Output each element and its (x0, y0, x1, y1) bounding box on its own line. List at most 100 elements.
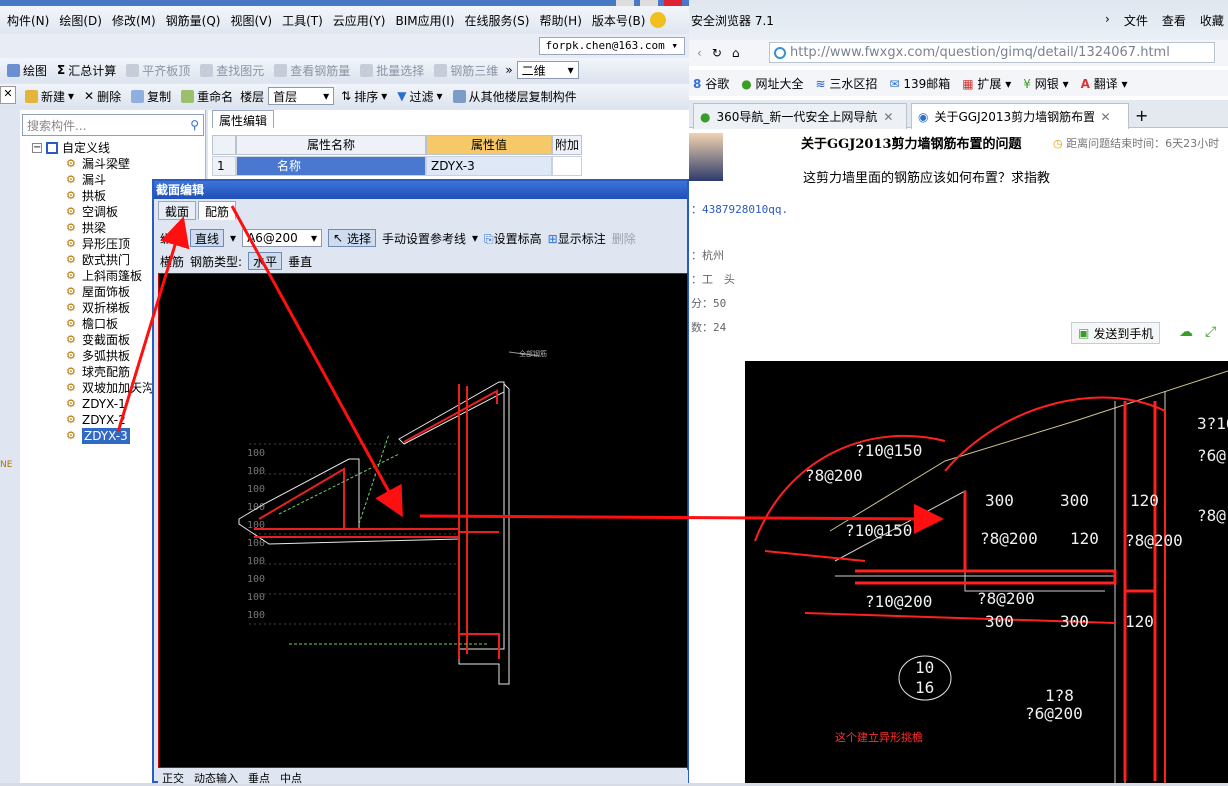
perpendicular-toggle[interactable]: 垂点 (248, 770, 270, 784)
midpoint-toggle[interactable]: 中点 (280, 770, 302, 784)
toolbar-overflow-icon[interactable]: » (505, 63, 512, 77)
cad-label: 16 (915, 678, 934, 697)
tab-360-label: 360导航_新一代安全上网导航 (716, 110, 878, 124)
rebar-toolbar: 纵筋 直线 ▾ A6@200 ▾ ↖ 选择 手动设置参考线 ▾ ⎘设置标高 ⊞显示… (160, 227, 690, 249)
rebar-3d-button[interactable]: 钢筋三维 (431, 62, 501, 79)
tab-question[interactable]: ◉ 关于GGJ2013剪力墙钢筋布置的问 ✕ (911, 103, 1129, 129)
menu-favorites[interactable]: 收藏 (1200, 12, 1224, 29)
browser-window: 安全浏览器 7.1 › 文件 查看 收藏 ‹ ↻ ⌂ http://www.fw… (689, 0, 1228, 783)
collapse-icon[interactable]: − (32, 143, 42, 153)
set-elevation-label: 设置标高 (493, 231, 542, 246)
360-icon: ● (741, 76, 752, 91)
tab-reinforcement[interactable]: 配筋 (198, 201, 237, 220)
assistant-icon[interactable] (650, 12, 667, 28)
cad-label: ?6@ (1197, 446, 1226, 465)
grid-number: 100 (247, 610, 265, 621)
menu-item-modify[interactable]: 修改(M) (107, 12, 161, 29)
cad-label: ?8@200 (977, 589, 1035, 608)
draw-button[interactable]: 绘图 (4, 62, 50, 79)
ortho-toggle[interactable]: 正交 (162, 770, 184, 784)
delete-rebar-button[interactable]: 删除 (612, 230, 636, 247)
address-bar[interactable]: http://www.fwxgx.com/question/gimq/detai… (769, 42, 1215, 63)
menu-item-tools[interactable]: 工具(T) (277, 12, 328, 29)
section-canvas[interactable]: 100 100 100 100 100 100 100 100 100 100 全部钢筋 (158, 273, 688, 768)
panel-close-icon[interactable]: ✕ (0, 86, 16, 104)
menu-item-online[interactable]: 在线服务(S) (460, 12, 535, 29)
summary-calc-button[interactable]: Σ 汇总计算 (54, 62, 119, 79)
tree-item[interactable]: ⚙ 漏斗梁壁 (22, 156, 204, 172)
tab-section[interactable]: 截面 (158, 201, 197, 220)
tree-root[interactable]: − 自定义线 (22, 140, 204, 156)
menu-item-version[interactable]: 版本号(B) (587, 12, 651, 29)
extensions-button[interactable]: ▦ 扩展 ▾ (962, 75, 1011, 92)
select-button[interactable]: ↖ 选择 (328, 229, 376, 247)
dynamic-input-toggle[interactable]: 动态输入 (194, 770, 238, 784)
menu-item-component[interactable]: 构件(N) (2, 12, 54, 29)
extensions-label: 扩展 (977, 76, 1002, 91)
tab-attribute-edit[interactable]: 属性编辑 (212, 110, 275, 128)
menu-view[interactable]: 查看 (1162, 12, 1186, 29)
bookmark-sanshui[interactable]: ≋ 三水区招 (816, 75, 878, 92)
close-tab-icon[interactable]: ✕ (883, 110, 893, 124)
manual-ref-line-button[interactable]: 手动设置参考线 (382, 230, 466, 247)
rebar-spec-input[interactable]: A6@200 ▾ (242, 229, 323, 247)
note-label: 全部钢筋 (519, 349, 547, 358)
view-mode-select[interactable]: 二维 ▾ (516, 61, 579, 79)
tree-item-label: 变截面板 (82, 333, 131, 347)
globe-icon (774, 46, 786, 59)
line-mode-button[interactable]: 直线 (190, 229, 225, 247)
cad-label: ?10@150 (855, 441, 922, 460)
set-elevation-button[interactable]: ⎘设置标高 (484, 230, 542, 247)
bookmark-139[interactable]: ✉ 139邮箱 (889, 75, 950, 92)
row-attr-extra[interactable] (552, 156, 582, 176)
bookmark-sites[interactable]: ● 网址大全 (741, 75, 803, 92)
account-row: forpk.chen@163.com ▾ (0, 34, 689, 58)
cloud-icon[interactable]: ☁ (1179, 324, 1193, 340)
batch-select-button[interactable]: 批量选择 (357, 62, 427, 79)
menu-item-bim[interactable]: BIM应用(I) (390, 12, 459, 29)
filter-button[interactable]: ▼ 过滤 ▾ (394, 88, 445, 105)
avatar (689, 133, 723, 181)
new-button[interactable]: 新建 ▾ (22, 88, 77, 105)
menu-item-view[interactable]: 视图(V) (225, 12, 277, 29)
component-search[interactable]: 搜索构件... ⚲ (22, 114, 204, 136)
home-icon[interactable]: ⌂ (732, 46, 740, 60)
reload-icon[interactable]: ↻ (712, 46, 722, 60)
show-dim-button[interactable]: ⊞显示标注 (548, 230, 606, 247)
rename-button[interactable]: 重命名 (178, 88, 236, 105)
find-element-button[interactable]: 查找图元 (197, 62, 267, 79)
bookmark-google[interactable]: 8 谷歌 (693, 75, 729, 92)
sort-button[interactable]: ⇅ 排序 ▾ (338, 88, 390, 105)
dialog-title[interactable]: 截面编辑 (154, 181, 687, 199)
chevron-down-icon[interactable]: ▾ (472, 231, 478, 245)
view-rebar-qty-button[interactable]: 查看钢筋量 (271, 62, 353, 79)
menu-file[interactable]: 文件 (1124, 12, 1148, 29)
cad-label: 1?8 (1045, 686, 1074, 705)
new-tab-button[interactable]: + (1135, 106, 1148, 125)
menu-item-rebar[interactable]: 钢筋量(Q) (161, 12, 226, 29)
fullscreen-icon[interactable]: ⤢ (1205, 324, 1216, 340)
menu-item-cloud[interactable]: 云应用(Y) (328, 12, 391, 29)
row-attr-value[interactable]: ZDYX-3 (426, 156, 552, 176)
delete-button[interactable]: ✕ 删除 (81, 88, 124, 105)
chevron-down-icon[interactable]: ▾ (230, 231, 236, 245)
search-icon[interactable]: ⚲ (190, 118, 199, 132)
vertical-button[interactable]: 垂直 (288, 253, 312, 270)
horizontal-button[interactable]: 水平 (248, 252, 283, 270)
menu-item-help[interactable]: 帮助(H) (534, 12, 586, 29)
gear-icon: ⚙ (66, 269, 76, 282)
browser-tabs: ● 360导航_新一代安全上网导航 ✕ ◉ 关于GGJ2013剪力墙钢筋布置的问 ✕ + (689, 100, 1228, 129)
back-icon[interactable]: ‹ (697, 46, 702, 60)
menu-item-draw[interactable]: 绘图(D) (54, 12, 107, 29)
cad-label: ?8@200 (1125, 531, 1183, 550)
ebank-button[interactable]: ¥ 网银 ▾ (1023, 75, 1068, 92)
send-to-phone-button[interactable]: ▣ 发送到手机 (1071, 322, 1161, 344)
floor-select[interactable]: 首层 ▾ (268, 87, 335, 105)
account-email[interactable]: forpk.chen@163.com ▾ (538, 37, 685, 55)
align-slab-top-button[interactable]: 平齐板顶 (123, 62, 193, 79)
copy-from-floor-button[interactable]: 从其他楼层复制构件 (450, 88, 580, 105)
tab-360-nav[interactable]: ● 360导航_新一代安全上网导航 ✕ (693, 103, 907, 129)
copy-button[interactable]: 复制 (128, 88, 174, 105)
close-tab-icon[interactable]: ✕ (1100, 110, 1110, 124)
translate-button[interactable]: A 翻译 ▾ (1081, 75, 1128, 92)
